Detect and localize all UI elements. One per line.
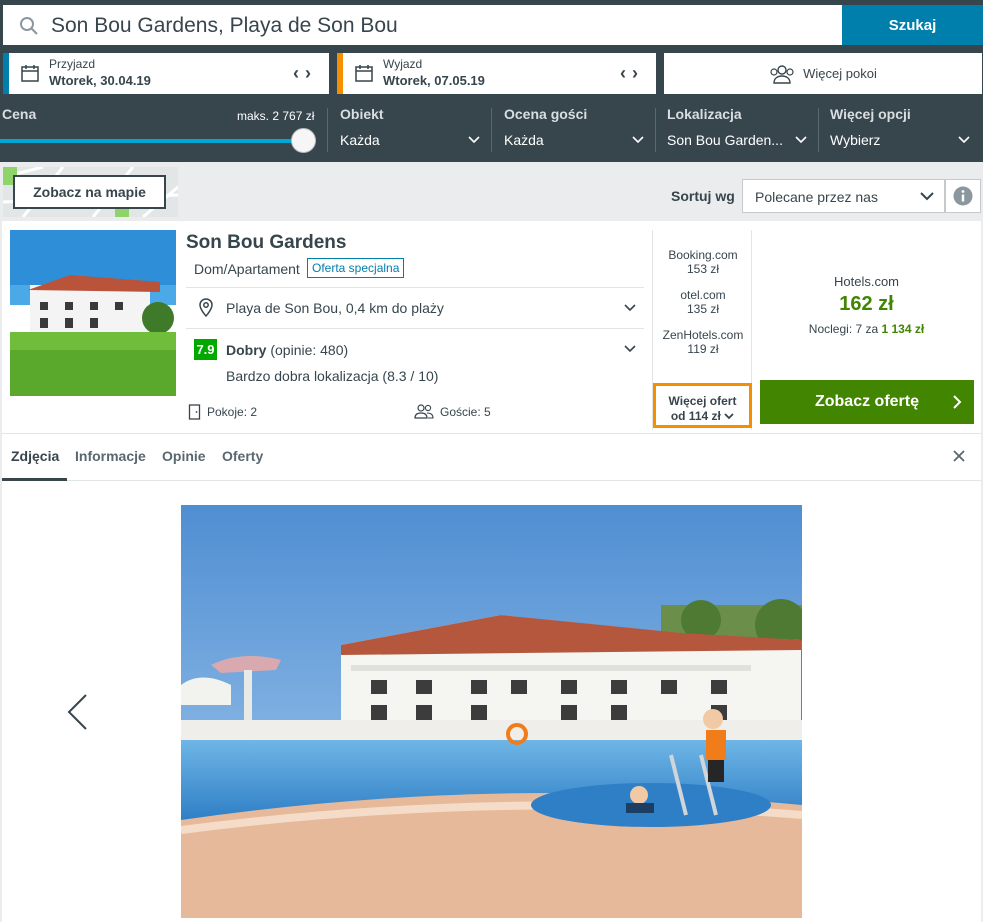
price-label: Cena [2,106,37,122]
location-label: Lokalizacja [667,106,742,122]
date-arrows[interactable]: ‹› [620,63,644,84]
door-icon [188,404,201,420]
price-max: maks. 2 767 zł [237,109,315,123]
price-filter[interactable]: Cena maks. 2 767 zł [2,106,322,156]
search-icon [20,17,38,35]
more-offers-price: od 114 zł [656,409,749,424]
special-offer-badge: Oferta specjalna [307,258,405,278]
divider [491,108,492,152]
checkout-field[interactable]: Wyjazd Wtorek, 07.05.19 ‹› [337,53,656,94]
info-button[interactable] [945,179,981,213]
divider [186,287,644,288]
hotel-location: Playa de Son Bou, 0,4 km do plaży [226,300,444,316]
chevron-down-icon [724,413,734,420]
location-pin-icon [199,298,213,317]
see-offer-button[interactable]: Zobacz ofertę [760,380,974,424]
divider [186,328,644,329]
rating-summary: Dobry (opinie: 480) [226,342,348,358]
price-slider-fill [0,139,300,143]
divider [327,108,328,152]
rooms-count: Pokoje: 2 [207,405,258,419]
partner-offer[interactable]: Booking.com 153 zł [653,248,753,276]
tab-information[interactable]: Informacje [75,448,146,464]
guest-rating-label: Ocena gości [504,106,588,122]
search-input[interactable]: Son Bou Gardens, Playa de Son Bou [3,5,842,45]
calendar-icon [21,65,39,82]
tab-photos[interactable]: Zdjęcia [11,448,59,464]
show-on-map-button[interactable]: Zobacz na mapie [13,175,166,209]
rating-detail: Bardzo dobra lokalizacja (8.3 / 10) [226,368,439,384]
best-offer: Hotels.com 162 zł Noclegi: 7 za 1 134 zł [760,274,973,336]
checkin-label: Przyjazd [49,57,96,71]
details-tabs [2,433,981,481]
more-options-filter[interactable]: Więcej opcji Wybierz [830,106,975,156]
search-button[interactable]: Szukaj [842,5,983,45]
sort-value: Polecane przez nas [755,189,878,205]
chevron-down-icon[interactable] [624,302,636,314]
hotel-photo[interactable] [181,505,802,918]
guests-icon [770,64,794,84]
tab-reviews[interactable]: Opinie [162,448,206,464]
object-label: Obiekt [340,106,384,122]
partner-offer[interactable]: otel.com 135 zł [653,288,753,316]
best-offer-price: 162 zł [839,293,894,315]
partner-price: 153 zł [686,262,720,276]
close-icon[interactable] [951,448,967,464]
more-offers-label: Więcej ofert [668,394,737,408]
info-icon [953,186,973,206]
guest-rating-filter[interactable]: Ocena gości Każda [504,106,649,156]
rooms-button[interactable]: Więcej pokoi [664,53,982,94]
partner-offer[interactable]: ZenHotels.com 119 zł [653,328,753,356]
calendar-icon [355,65,373,82]
checkout-label: Wyjazd [383,57,423,71]
guests-count: Goście: 5 [440,404,491,419]
object-filter[interactable]: Obiekt Każda [340,106,485,156]
price-slider-handle[interactable] [291,128,316,153]
sort-select[interactable]: Polecane przez nas [742,179,945,213]
partner-name: Booking.com [668,248,738,262]
divider [818,108,819,152]
checkout-value: Wtorek, 07.05.19 [383,73,485,88]
object-value: Każda [340,132,380,148]
best-offer-provider: Hotels.com [833,274,900,289]
location-filter[interactable]: Lokalizacja Son Bou Garden... [667,106,812,156]
chevron-down-icon [920,192,934,201]
rating-word: Dobry [226,342,267,358]
best-offer-total: 1 134 zł [881,322,925,336]
hotel-type: Dom/Apartament [194,261,300,277]
checkin-field[interactable]: Przyjazd Wtorek, 30.04.19 ‹› [3,53,329,94]
hotel-name[interactable]: Son Bou Gardens [186,232,346,254]
see-offer-label: Zobacz ofertę [814,393,919,410]
partner-name: ZenHotels.com [662,328,744,342]
chevron-down-icon [632,136,644,144]
divider [655,108,656,152]
chevron-down-icon [795,136,807,144]
tab-offers[interactable]: Oferty [222,448,263,464]
chevron-left-icon[interactable] [66,694,88,730]
best-offer-nights: Noclegi: 7 za 1 134 zł [808,322,925,336]
chevron-down-icon [468,136,480,144]
more-options-label: Więcej opcji [830,106,911,122]
partner-price: 135 zł [686,302,720,316]
guest-rating-value: Każda [504,132,544,148]
chevron-down-icon [958,136,970,144]
guests-icon [414,404,434,419]
date-arrows[interactable]: ‹› [293,63,317,84]
chevron-right-icon [953,395,962,409]
more-options-value: Wybierz [830,132,881,148]
chevron-down-icon[interactable] [624,343,636,355]
checkin-value: Wtorek, 30.04.19 [49,73,151,88]
guests-info: Goście: 5 [414,404,491,419]
more-offers-button[interactable]: Więcej ofert od 114 zł [653,383,752,428]
location-value: Son Bou Garden... [667,132,783,148]
rooms-info: Pokoje: 2 [188,404,257,420]
partner-name: otel.com [680,288,726,302]
search-value: Son Bou Gardens, Playa de Son Bou [51,14,398,37]
hotel-thumbnail[interactable] [10,230,176,396]
rating-count: (opinie: 480) [270,342,349,358]
sort-label: Sortuj wg [671,188,735,204]
partner-price: 119 zł [687,342,719,356]
rating-score-badge: 7.9 [194,339,217,360]
rooms-label: Więcej pokoi [803,66,877,81]
